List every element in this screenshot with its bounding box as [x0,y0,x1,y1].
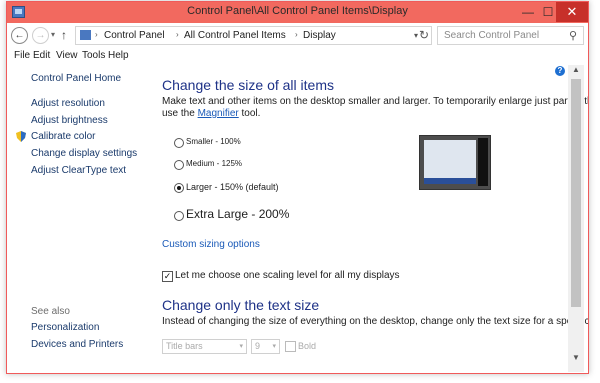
back-button[interactable]: ← [11,27,28,44]
see-also-label: See also [31,306,70,317]
radio-larger-label[interactable]: Larger - 150% (default) [186,182,279,192]
menu-file[interactable]: File [14,50,30,61]
scroll-down-icon[interactable]: ▼ [572,353,580,362]
breadcrumb-separator[interactable]: › [295,30,298,39]
forward-arrow-icon: → [35,30,46,41]
control-panel-icon [80,30,91,40]
up-arrow-icon: ↑ [61,28,67,42]
description-line-2: use the Magnifier tool. [162,108,260,119]
scroll-up-icon[interactable]: ▲ [572,65,580,74]
forward-button[interactable]: → [32,27,49,44]
chevron-down-icon: ▾ [239,343,243,350]
sidebar-control-panel-home[interactable]: Control Panel Home [31,73,121,84]
font-size-value: 9 [255,341,261,351]
radio-extra-large-label[interactable]: Extra Large - 200% [186,207,289,221]
heading-text-size: Change only the text size [162,297,320,313]
heading-change-size: Change the size of all items [162,77,334,93]
scaling-checkbox[interactable]: ✓ [162,271,173,282]
radio-medium-label[interactable]: Medium - 125% [186,159,242,168]
sidebar-adjust-cleartype[interactable]: Adjust ClearType text [31,165,126,176]
preview-screen [424,140,476,178]
shield-icon [16,131,26,142]
radio-larger[interactable] [174,183,184,193]
address-dropdown-icon[interactable]: ▾ [414,31,418,40]
description-text: use the [162,108,198,119]
description-text: tool. [238,108,261,119]
description-line-1: Make text and other items on the desktop… [162,96,589,107]
radio-medium[interactable] [174,160,184,170]
radio-smaller-label[interactable]: Smaller - 100% [186,137,241,146]
chevron-down-icon: ▾ [272,343,276,350]
menu-view[interactable]: View [56,50,78,61]
preview-taskbar [424,178,476,184]
bold-label[interactable]: Bold [298,341,316,351]
up-button[interactable]: ↑ [61,28,67,42]
magnifier-link[interactable]: Magnifier [198,108,239,119]
refresh-icon[interactable]: ↻ [419,28,429,42]
preview-sidebar [478,138,488,186]
vertical-scrollbar[interactable]: ▲ ▼ [568,65,584,372]
control-panel-window: Control Panel\All Control Panel Items\Di… [6,1,589,374]
menu-edit[interactable]: Edit [33,50,50,61]
radio-smaller[interactable] [174,138,184,148]
search-box[interactable]: Search Control Panel ⚲ [437,26,584,45]
bold-checkbox[interactable] [285,341,296,352]
recent-locations-dropdown[interactable]: ▾ [51,30,55,39]
sidebar-devices-printers[interactable]: Devices and Printers [31,339,123,350]
menu-help[interactable]: Help [108,50,129,61]
item-select-value: Title bars [166,341,203,351]
title-bar[interactable]: Control Panel\All Control Panel Items\Di… [7,2,588,23]
breadcrumb-control-panel[interactable]: Control Panel [104,30,165,41]
scaling-checkbox-label[interactable]: Let me choose one scaling level for all … [175,270,400,281]
help-icon[interactable]: ? [555,66,565,76]
close-button[interactable]: ✕ [556,2,588,22]
sidebar-adjust-resolution[interactable]: Adjust resolution [31,98,105,109]
search-placeholder: Search Control Panel [444,30,540,41]
maximize-button[interactable]: ☐ [538,2,558,22]
display-preview-image [419,135,491,190]
custom-sizing-link[interactable]: Custom sizing options [162,239,260,250]
text-size-description: Instead of changing the size of everythi… [162,316,589,327]
sidebar-change-display-settings[interactable]: Change display settings [31,148,137,159]
sidebar-personalization[interactable]: Personalization [31,322,99,333]
address-bar[interactable]: › Control Panel › All Control Panel Item… [75,26,432,45]
minimize-button[interactable]: — [518,2,538,22]
breadcrumb-separator[interactable]: › [176,30,179,39]
breadcrumb-display[interactable]: Display [303,30,336,41]
font-size-select[interactable]: 9 ▾ [251,339,280,354]
window-title: Control Panel\All Control Panel Items\Di… [187,5,408,17]
item-select[interactable]: Title bars ▾ [162,339,247,354]
breadcrumb-separator[interactable]: › [95,30,98,39]
radio-extra-large[interactable] [174,211,184,221]
scroll-thumb[interactable] [571,79,581,307]
address-row: ← → ▾ ↑ › Control Panel › All Control Pa… [7,23,588,49]
breadcrumb-all-items[interactable]: All Control Panel Items [184,30,286,41]
sidebar-adjust-brightness[interactable]: Adjust brightness [31,115,108,126]
search-icon[interactable]: ⚲ [569,29,577,42]
menu-bar: File Edit View Tools Help [7,49,588,65]
sidebar-calibrate-color[interactable]: Calibrate color [31,131,95,142]
back-arrow-icon: ← [14,30,25,41]
menu-tools[interactable]: Tools [82,50,105,61]
